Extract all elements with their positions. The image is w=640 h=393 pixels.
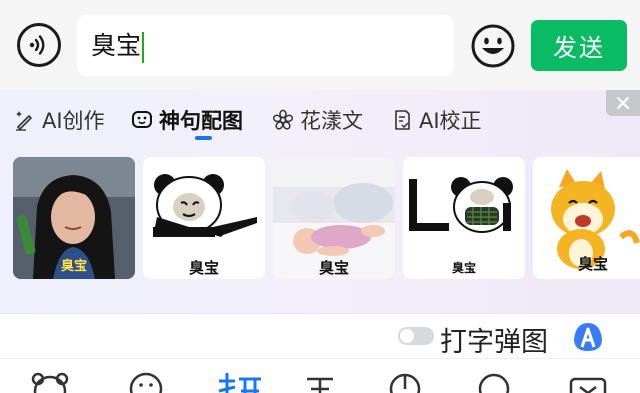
tab-ai-correct[interactable]: AI校正 [391,107,482,133]
meme-caption: 臭宝 [60,259,87,274]
tab-label: 花漾文 [300,109,363,133]
message-input[interactable]: 臭宝 [77,15,454,76]
smiley-icon[interactable] [128,367,164,393]
pen-sparkle-icon [16,111,32,131]
meme-card[interactable]: 臭宝 [403,157,525,279]
keyboard-collapse-icon[interactable] [568,367,608,393]
keyboard-toolbar [0,358,640,393]
meme-suggestion-panel: AI创作 神句配图 花漾文 AI校正 臭宝 臭宝 臭宝 臭宝 臭宝 [0,90,640,313]
smiley-icon[interactable] [470,23,516,69]
active-tab-indicator [195,136,212,140]
meme-caption: 臭宝 [318,259,349,277]
meme-caption: 臭宝 [577,255,608,273]
tab-ai-create[interactable]: AI创作 [14,107,105,133]
meme-card[interactable]: 臭宝 [533,157,640,279]
input-bar: 臭宝 发送 [0,0,640,90]
baidu-input-logo[interactable] [572,321,604,353]
type-to-image-toggle[interactable] [398,327,434,345]
cursor-icon[interactable] [388,367,422,393]
meme-caption: 臭宝 [188,259,219,277]
meme-caption: 臭宝 [451,261,476,275]
meme-card[interactable]: 臭宝 [143,157,265,279]
close-panel-button[interactable] [606,90,640,116]
panda-mask-meme-image [409,177,513,233]
bear-icon[interactable] [30,367,70,393]
meme-card[interactable]: 臭宝 [273,157,395,279]
toggle-label: 打字弹图 [440,327,548,358]
close-icon [616,96,630,110]
face-bubble-icon [132,111,152,128]
feature-tabs: AI创作 神句配图 花漾文 AI校正 [0,90,600,150]
tab-label: AI校正 [419,109,482,133]
voice-waves-icon [29,35,45,55]
tab-label: 神句配图 [159,109,243,133]
meme-card[interactable]: 臭宝 [13,157,135,279]
keyboard-top-bar: 打字弹图 [0,313,640,393]
tab-label: AI创作 [42,109,105,133]
tab-flower-text[interactable]: 花漾文 [272,107,363,133]
message-input-value: 臭宝 [91,31,145,63]
ime-screen: 臭宝 发送 AI创作 神句配图 花漾文 AI校正 臭宝 臭宝 臭宝 臭宝 臭宝 … [0,0,640,393]
panda-meme-image [153,174,257,237]
flower-icon [272,109,294,130]
pinyin-icon[interactable] [215,367,265,393]
text-caret [142,31,145,63]
search-icon[interactable] [477,367,511,393]
tab-meme-quote[interactable]: 神句配图 [131,107,243,133]
doc-check-icon [395,110,410,130]
wubi-icon[interactable] [305,367,335,393]
voice-button[interactable] [17,23,61,67]
meme-card-list: 臭宝 臭宝 臭宝 臭宝 臭宝 [0,157,640,279]
send-button[interactable]: 发送 [531,20,627,71]
toggle-knob [400,329,414,343]
